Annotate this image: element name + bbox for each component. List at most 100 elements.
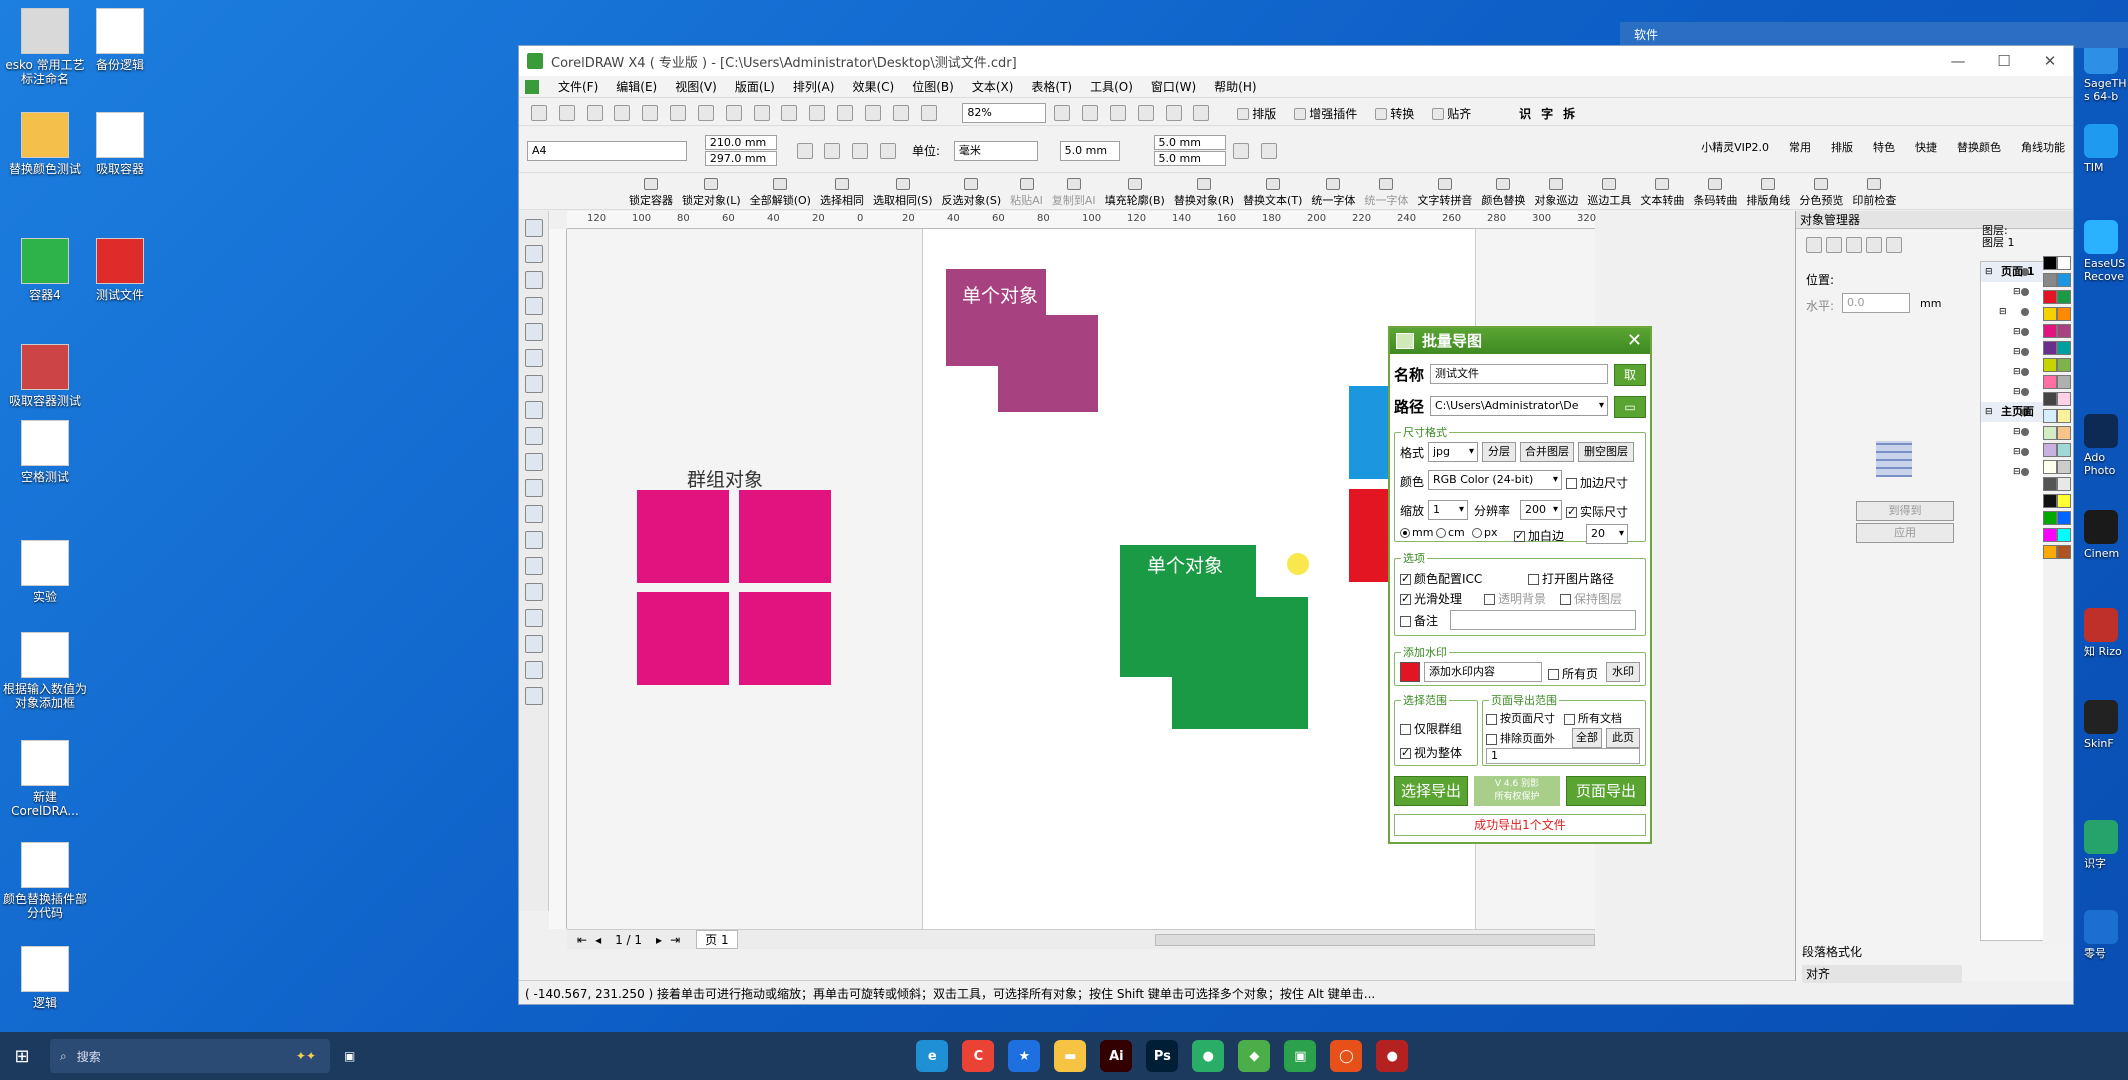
duplicate-x-input[interactable]: 5.0 mm	[1153, 135, 1226, 150]
palette-swatch[interactable]	[2043, 375, 2057, 389]
plugin-tool-button[interactable]: 复制到AI	[1052, 178, 1096, 208]
plugin-tool-button[interactable]: 对象巡边	[1534, 178, 1578, 208]
desktop-icon[interactable]: 空格测试	[0, 420, 90, 484]
desktop-icon[interactable]: 备份逻辑	[75, 8, 165, 72]
page-tab[interactable]: 页 1	[696, 930, 738, 949]
palette-swatch[interactable]	[2057, 273, 2071, 287]
maximize-icon[interactable]: ☐	[1981, 52, 2027, 70]
plugin-tool-button[interactable]: 填充轮廓(B)	[1105, 178, 1165, 208]
first-page-icon[interactable]: ⇤	[577, 933, 587, 947]
explorer-taskbar-icon[interactable]: ▬	[1054, 1040, 1087, 1072]
toolbox-tool-icon[interactable]	[525, 219, 543, 237]
close-icon[interactable]: ✕	[2027, 52, 2073, 70]
white-border-select[interactable]: 20	[1586, 524, 1628, 544]
duplicate-y-input[interactable]: 5.0 mm	[1153, 151, 1226, 166]
dialog-close-icon[interactable]: ✕	[1627, 328, 1642, 354]
palette-swatch[interactable]	[2043, 290, 2057, 304]
transform-apply-button[interactable]: 应用	[1856, 523, 1954, 543]
toolbox-tool-icon[interactable]	[525, 609, 543, 627]
plugin-button[interactable]: 排版	[1237, 107, 1276, 121]
palette-swatch[interactable]	[2057, 341, 2071, 355]
zoom-select[interactable]: 82%	[962, 103, 1047, 123]
horizontal-scrollbar[interactable]	[1155, 933, 1595, 946]
palette-swatch[interactable]	[2057, 256, 2071, 270]
redo-icon[interactable]	[753, 105, 770, 121]
zoom-page-icon[interactable]	[1165, 105, 1182, 121]
desktop-icon[interactable]: 颜色替换插件部分代码	[0, 842, 90, 920]
feature-button[interactable]: 替换颜色	[1957, 141, 2001, 154]
align-section[interactable]: 对齐	[1802, 965, 1962, 983]
keep-layers-checkbox[interactable]: 保持图层	[1560, 590, 1622, 607]
toolbox-tool-icon[interactable]	[525, 453, 543, 471]
palette-swatch[interactable]	[2057, 324, 2071, 338]
paste-icon[interactable]	[697, 105, 714, 121]
palette-swatch[interactable]	[2057, 443, 2071, 457]
expand-icon[interactable]: ⊟	[2013, 462, 2021, 482]
current-page-icon[interactable]	[880, 142, 897, 159]
select-export-button[interactable]: 选择导出	[1394, 776, 1468, 806]
palette-swatch[interactable]	[2043, 477, 2057, 491]
toolbox-tool-icon[interactable]	[525, 661, 543, 679]
prev-page-icon[interactable]: ◂	[595, 933, 601, 947]
magenta-square-1[interactable]	[637, 490, 729, 583]
feature-button[interactable]: 特色	[1873, 141, 1895, 154]
palette-swatch[interactable]	[2043, 460, 2057, 474]
plugin-tool-button[interactable]: 替换文本(T)	[1243, 178, 1302, 208]
delete-icon[interactable]	[920, 105, 937, 121]
menu-item[interactable]: 文件(F)	[549, 78, 607, 95]
toolbox-tool-icon[interactable]	[525, 505, 543, 523]
resolution-select[interactable]: 200	[1520, 500, 1562, 520]
palette-swatch[interactable]	[2043, 256, 2057, 270]
page-height-input[interactable]: 297.0 mm	[704, 151, 777, 166]
smooth-checkbox[interactable]: 光滑处理	[1400, 590, 1462, 607]
desktop-app-shortcut[interactable]: TIM	[2084, 124, 2128, 174]
zoom-width-icon[interactable]	[1193, 105, 1210, 121]
open-icon[interactable]	[558, 105, 575, 121]
print-icon[interactable]	[614, 105, 631, 121]
palette-swatch[interactable]	[2043, 409, 2057, 423]
palette-swatch[interactable]	[2057, 290, 2071, 304]
app-star-taskbar-icon[interactable]: ★	[1008, 1040, 1041, 1072]
next-page-icon[interactable]: ▸	[656, 933, 662, 947]
palette-swatch[interactable]	[2043, 324, 2057, 338]
eye-icon[interactable]	[2021, 288, 2029, 296]
photoshop-taskbar-icon[interactable]: Ps	[1146, 1040, 1179, 1072]
desktop-app-shortcut[interactable]: EaseUS Recove	[2084, 220, 2128, 283]
expand-icon[interactable]: ⊟	[2013, 362, 2021, 382]
eye-icon[interactable]	[2021, 348, 2029, 356]
wechat-taskbar-icon[interactable]: ●	[1192, 1040, 1225, 1072]
this-page-button[interactable]: 此页	[1606, 728, 1640, 748]
purple-shape-bottom[interactable]	[998, 315, 1098, 412]
only-group-checkbox[interactable]: 仅限群组	[1400, 720, 1462, 737]
single-object-label-top[interactable]: 单个对象	[962, 281, 1038, 308]
desktop-icon[interactable]: 实验	[0, 540, 90, 604]
unit-radio-cm[interactable]: cm	[1436, 526, 1465, 539]
plugin-tool-button[interactable]: 替换对象(R)	[1174, 178, 1234, 208]
toolbox-tool-icon[interactable]	[525, 687, 543, 705]
plugin-tool-button[interactable]: 文字转拼音	[1417, 178, 1472, 208]
feature-button[interactable]: 常用	[1789, 141, 1811, 154]
search-tool-taskbar-icon[interactable]: ◯	[1330, 1040, 1363, 1072]
name-input[interactable]: 测试文件	[1430, 364, 1608, 384]
magenta-square-3[interactable]	[637, 592, 729, 685]
palette-swatch[interactable]	[2057, 358, 2071, 372]
coreldraw-taskbar-icon[interactable]: ◆	[1238, 1040, 1271, 1072]
eye-icon[interactable]	[2021, 388, 2029, 396]
palette-swatch[interactable]	[2057, 511, 2071, 525]
page-number-input[interactable]: 1	[1486, 748, 1640, 764]
expand-icon[interactable]: ⊟	[2013, 342, 2021, 362]
palette-swatch[interactable]	[2043, 443, 2057, 457]
desktop-icon[interactable]: 新建 CorelDRA...	[0, 740, 90, 818]
expand-icon[interactable]: ⊟	[2013, 422, 2021, 442]
plugin-button[interactable]: 转换	[1375, 107, 1414, 121]
palette-swatch[interactable]	[2057, 426, 2071, 440]
plugin-button[interactable]: 增强插件	[1294, 107, 1357, 121]
menu-item[interactable]: 版面(L)	[726, 78, 784, 95]
palette-swatch[interactable]	[2057, 528, 2071, 542]
toolbox-tool-icon[interactable]	[525, 401, 543, 419]
zoom-out-icon[interactable]	[1082, 105, 1099, 121]
edge-taskbar-icon[interactable]: e	[916, 1040, 949, 1072]
nudge-input[interactable]: 5.0 mm	[1059, 140, 1120, 161]
watermark-text-input[interactable]: 添加水印内容	[1424, 662, 1542, 682]
plugin-tool-button[interactable]: 选取相同(S)	[873, 178, 933, 208]
